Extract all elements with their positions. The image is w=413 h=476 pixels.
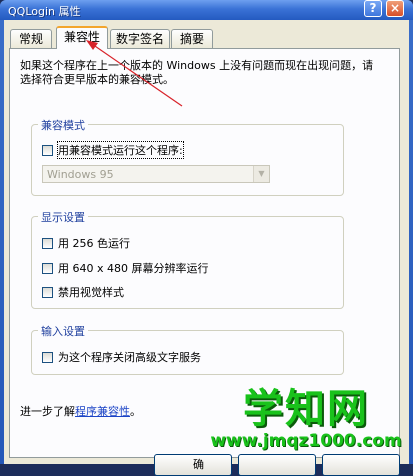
compat-mode-group: 兼容模式 用兼容模式运行这个程序: Windows 95 ▼ bbox=[31, 117, 344, 196]
input-settings-group: 输入设置 为这个程序关闭高级文字服务 bbox=[31, 323, 344, 375]
display-settings-group: 显示设置 用 256 色运行 用 640 x 480 屏幕分辨率运行 禁用视觉样… bbox=[31, 209, 344, 309]
disable-text-services-label: 为这个程序关闭高级文字服务 bbox=[58, 351, 201, 364]
tab-summary[interactable]: 摘要 bbox=[171, 29, 213, 48]
learn-more-suffix: 。 bbox=[130, 405, 141, 418]
compat-mode-label: 用兼容模式运行这个程序: bbox=[57, 141, 184, 159]
compat-mode-group-label: 兼容模式 bbox=[38, 117, 88, 133]
learn-more-prefix: 进一步了解 bbox=[20, 405, 75, 418]
watermark-brand: 学知网 bbox=[243, 386, 369, 432]
disable-visual-themes-label: 禁用视觉样式 bbox=[58, 286, 124, 299]
display-option-row[interactable]: 禁用视觉样式 bbox=[42, 285, 124, 299]
display-settings-group-label: 显示设置 bbox=[38, 209, 88, 225]
chevron-down-icon: ▼ bbox=[253, 166, 269, 182]
tab-general[interactable]: 常规 bbox=[10, 29, 52, 48]
compat-mode-checkbox-row[interactable]: 用兼容模式运行这个程序: bbox=[42, 141, 184, 159]
run-640x480-checkbox[interactable] bbox=[42, 262, 53, 274]
run-640x480-label: 用 640 x 480 屏幕分辨率运行 bbox=[58, 262, 209, 275]
display-option-row[interactable]: 用 640 x 480 屏幕分辨率运行 bbox=[42, 261, 209, 275]
compat-mode-checkbox[interactable] bbox=[42, 144, 53, 156]
run-256-colors-checkbox[interactable] bbox=[42, 237, 53, 249]
title-bar[interactable]: QQLogin 属性 ? × bbox=[0, 0, 413, 20]
run-256-colors-label: 用 256 色运行 bbox=[58, 237, 130, 250]
tab-compatibility[interactable]: 兼容性 bbox=[56, 26, 108, 49]
disable-visual-themes-checkbox[interactable] bbox=[42, 286, 53, 298]
properties-window: QQLogin 属性 ? × 常规 兼容性 数字签名 摘要 如果这个程序在上一个… bbox=[0, 0, 413, 476]
input-option-row[interactable]: 为这个程序关闭高级文字服务 bbox=[42, 350, 201, 364]
input-settings-group-label: 输入设置 bbox=[38, 323, 88, 339]
program-compatibility-link[interactable]: 程序兼容性 bbox=[75, 405, 130, 418]
watermark-url: www.jmqz1000.com bbox=[210, 431, 402, 451]
compat-mode-select: Windows 95 ▼ bbox=[42, 165, 270, 183]
window-title: QQLogin 属性 bbox=[8, 5, 81, 18]
learn-more-text: 进一步了解程序兼容性。 bbox=[20, 403, 141, 419]
description-text: 如果这个程序在上一个版本的 Windows 上没有问题而现在出现问题，请选择符合… bbox=[20, 59, 374, 86]
compat-mode-select-value: Windows 95 bbox=[47, 168, 114, 181]
disable-text-services-checkbox[interactable] bbox=[42, 351, 53, 363]
display-option-row[interactable]: 用 256 色运行 bbox=[42, 236, 130, 250]
help-button[interactable]: ? bbox=[364, 0, 382, 17]
tab-digital-signatures[interactable]: 数字签名 bbox=[110, 29, 170, 48]
watermark: 学知网 www.jmqz1000.com bbox=[200, 388, 412, 464]
close-button[interactable]: × bbox=[386, 0, 404, 17]
